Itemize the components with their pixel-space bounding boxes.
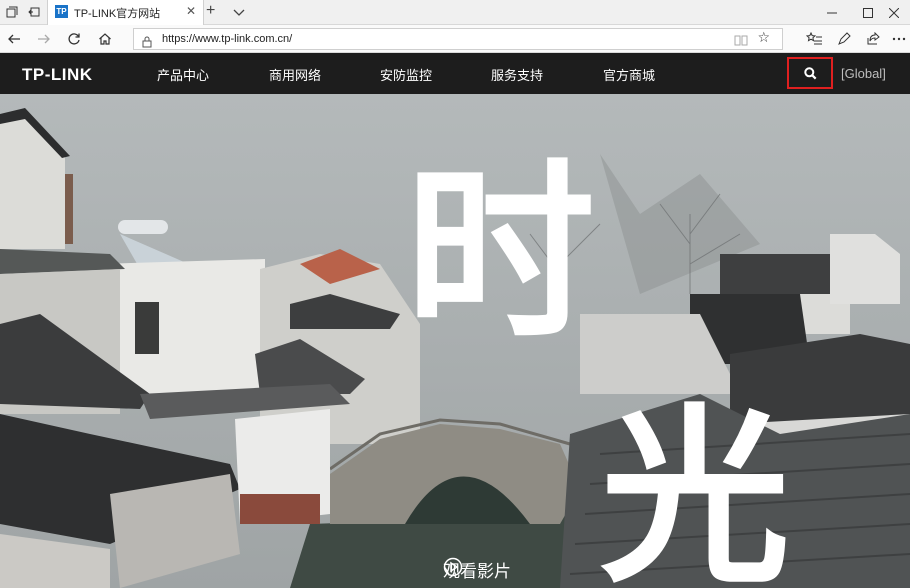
home-icon[interactable] [96,30,114,48]
set-tabs-aside-icon[interactable] [25,3,43,21]
favorite-star-icon[interactable]: ☆ [757,30,770,46]
tab-title: TP-LINK官方网站 [74,8,161,20]
forward-arrow-icon[interactable] [35,30,53,48]
browser-toolbar: https://www.tp-link.com.cn/ ☆ [0,25,910,53]
url-text[interactable]: https://www.tp-link.com.cn/ [162,33,292,45]
search-icon [803,66,816,79]
svg-text:光: 光 [600,386,790,588]
play-icon [443,557,463,577]
nav-item-products[interactable]: 产品中心 [157,65,209,84]
watch-video-link[interactable]: 观看影片 [443,557,511,582]
new-tab-button[interactable]: + [206,2,215,20]
site-navbar: TP-LINK 产品中心 商用网络 安防监控 服务支持 官方商城 [Global… [0,53,910,94]
address-bar[interactable]: https://www.tp-link.com.cn/ ☆ [133,28,783,50]
back-arrow-icon[interactable] [5,30,23,48]
nav-item-support[interactable]: 服务支持 [491,65,543,84]
global-link[interactable]: [Global] [841,66,886,81]
browser-tab-active[interactable]: TP TP-LINK官方网站 ✕ [47,0,204,25]
refresh-icon[interactable] [65,30,83,48]
nav-item-security-monitoring[interactable]: 安防监控 [380,65,432,84]
share-icon[interactable] [864,30,882,48]
search-button[interactable] [787,57,833,89]
hero-banner[interactable]: 时 光 观看影片 [0,94,910,588]
lock-icon [142,33,152,48]
pen-icon[interactable] [835,30,853,48]
close-window-button[interactable] [874,0,910,25]
tab-actions-icon[interactable] [3,3,21,21]
browser-tab-strip: TP TP-LINK官方网站 ✕ + [0,0,910,25]
tp-link-favicon-icon: TP [55,5,68,18]
chevron-down-icon[interactable] [232,4,246,18]
more-menu-icon[interactable] [890,30,908,48]
nav-item-business-network[interactable]: 商用网络 [269,65,321,84]
minimize-button[interactable] [812,0,852,25]
tp-link-logo[interactable]: TP-LINK [22,65,93,85]
nav-item-official-store[interactable]: 官方商城 [603,65,655,84]
close-tab-icon[interactable]: ✕ [186,4,196,18]
hero-scene-image: 时 光 [0,94,910,588]
reading-view-icon[interactable] [734,32,748,46]
svg-text:时: 时 [405,141,595,364]
favorites-list-icon[interactable] [805,30,823,48]
